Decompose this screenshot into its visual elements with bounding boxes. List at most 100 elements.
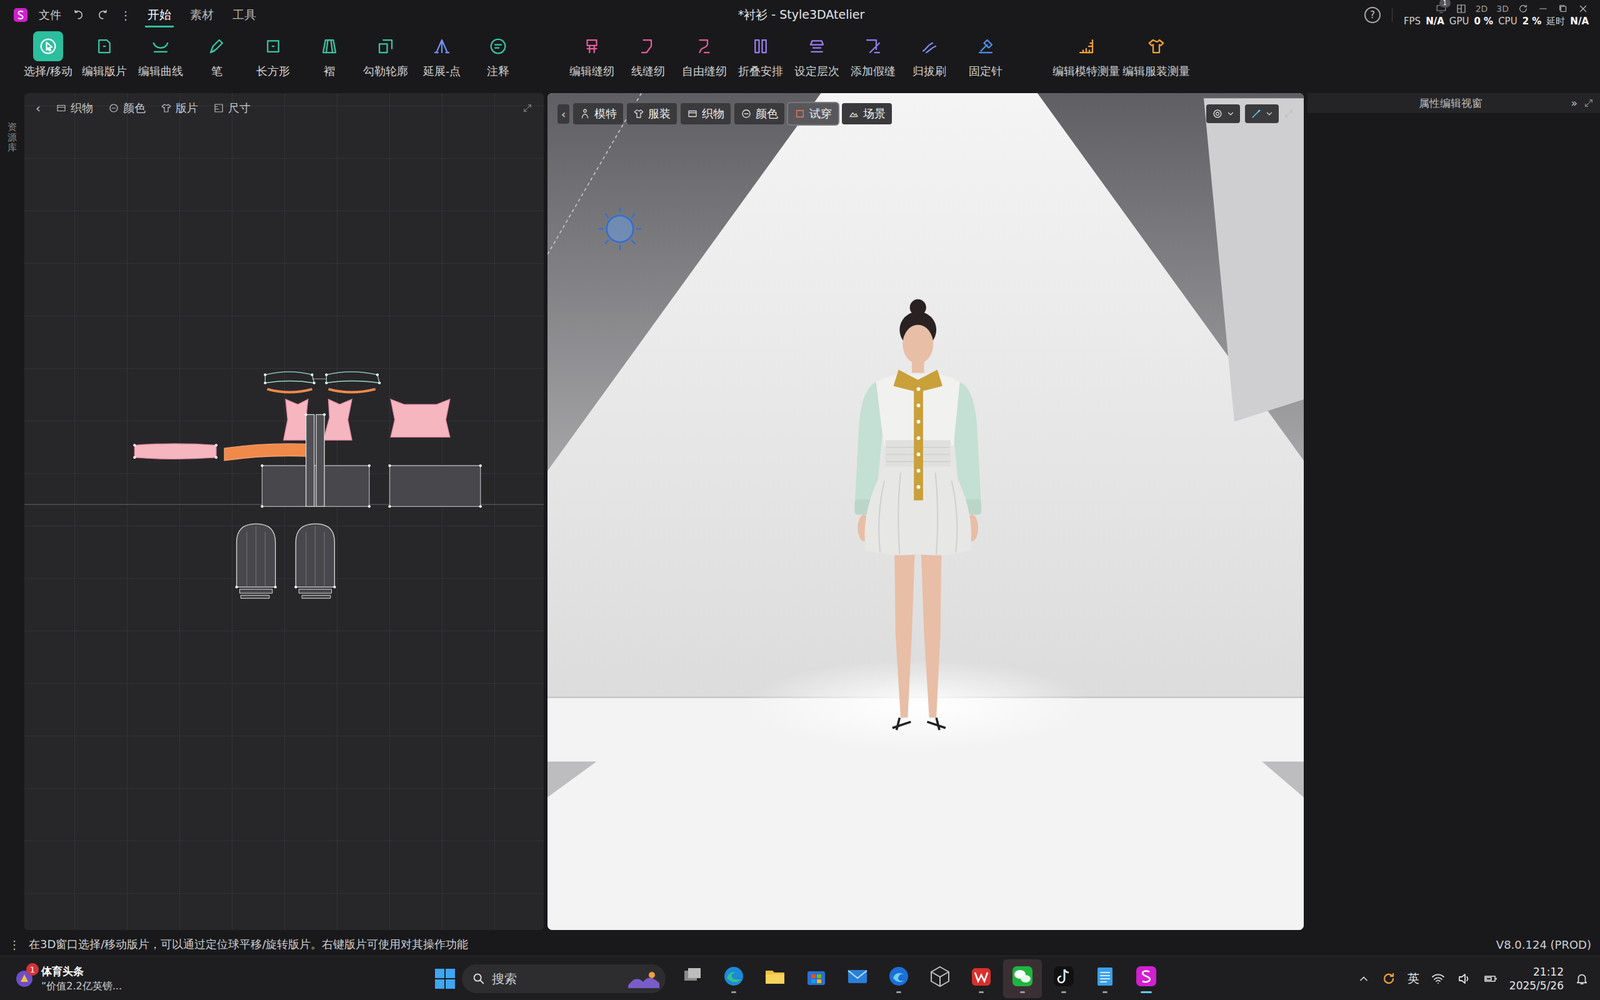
viewport-3d[interactable] — [547, 93, 1304, 930]
file-menu[interactable]: 文件 — [38, 7, 62, 23]
view-3d-button[interactable]: 3D — [1496, 3, 1509, 14]
pattern-piece[interactable] — [306, 414, 315, 507]
pattern-piece[interactable] — [323, 399, 352, 440]
help-button[interactable]: ? — [1364, 6, 1381, 24]
more-menu[interactable]: ⋮ — [120, 8, 132, 22]
status-more[interactable]: ⋮ — [8, 938, 20, 952]
status-bar: ⋮在3D窗口选择/移动版片，可以通过定位球平移/旋转版片。右键版片可使用对其操作… — [0, 933, 1600, 956]
panel-tab[interactable]: 尺寸 — [213, 100, 251, 116]
pattern-piece[interactable] — [261, 465, 369, 507]
pattern-piece[interactable] — [134, 443, 217, 459]
tool-button[interactable]: 折叠安排 — [732, 31, 789, 79]
view-2d-button[interactable]: 2D — [1475, 3, 1489, 14]
tool-button[interactable]: 编辑服装测量 — [1121, 31, 1192, 79]
back-button[interactable]: ‹ — [35, 100, 41, 116]
viewport-tab[interactable]: 服装 — [626, 103, 677, 125]
icon-stroke — [641, 40, 652, 53]
taskbar-app[interactable] — [1044, 959, 1084, 999]
tool-icon-box — [145, 31, 176, 62]
taskbar-app[interactable] — [920, 959, 960, 999]
tool-button[interactable]: 延展-点 — [413, 31, 470, 79]
tool-button[interactable]: 设定层次 — [788, 31, 845, 79]
tool-button[interactable]: 编辑缝纫 — [563, 31, 620, 79]
layout-icon — [1455, 3, 1467, 15]
icon-stroke — [1560, 5, 1567, 12]
taskbar-app[interactable] — [1085, 959, 1125, 999]
back-button[interactable]: ‹ — [557, 104, 570, 124]
search-box[interactable]: 搜索 — [461, 964, 666, 994]
icon-stroke — [161, 104, 171, 112]
tool-label: 设定层次 — [794, 63, 840, 79]
pattern-canvas[interactable] — [24, 93, 544, 930]
vertex-point — [323, 413, 326, 416]
menu-tab[interactable]: 开始 — [145, 3, 174, 28]
tool-button[interactable]: 编辑模特测量 — [1051, 31, 1122, 79]
start-icon[interactable] — [434, 968, 456, 990]
menu-tab[interactable]: 素材 — [187, 3, 217, 28]
light-ray — [631, 213, 635, 218]
viewport-tab[interactable]: 模特 — [573, 103, 624, 125]
tool-button[interactable]: 线缝纫 — [620, 31, 677, 79]
tool-icon — [151, 36, 170, 56]
avatar-figure[interactable] — [855, 299, 982, 730]
taskbar-app[interactable] — [1003, 959, 1042, 999]
tool-button[interactable]: 褶 — [301, 31, 358, 79]
tool-button[interactable]: 添加假缝 — [845, 31, 902, 79]
pattern-piece[interactable] — [316, 414, 325, 507]
pattern-piece[interactable] — [240, 595, 270, 599]
pattern-piece[interactable] — [224, 443, 310, 461]
icon-stroke — [75, 10, 82, 19]
light-gizmo-icon[interactable] — [606, 215, 634, 242]
news-widget[interactable]: 1体育头条“价值2.2亿英镑... — [0, 964, 435, 994]
tool-button[interactable]: 自由缝纫 — [676, 31, 733, 79]
viewport-tab-label: 试穿 — [809, 106, 832, 122]
tool-mode-button[interactable] — [1245, 104, 1279, 124]
taskbar-app[interactable] — [796, 959, 836, 999]
viewport-tab[interactable]: 试穿 — [788, 103, 839, 125]
taskbar-app[interactable] — [755, 959, 795, 999]
tool-button[interactable]: 编辑版片 — [76, 31, 133, 79]
display-mode-button[interactable] — [1206, 104, 1240, 124]
pattern-piece[interactable] — [390, 399, 450, 437]
tool-group: 选择/移动编辑版片编辑曲线笔长方形褶勾勒轮廓延展-点注释 — [20, 31, 527, 79]
taskbar-app[interactable] — [961, 959, 1001, 999]
tool-button[interactable]: 笔 — [188, 31, 245, 79]
tool-button[interactable]: 勾勒轮廓 — [357, 31, 414, 79]
tool-button[interactable]: 编辑曲线 — [132, 31, 189, 79]
viewport-tab[interactable]: 场景 — [841, 103, 892, 125]
right-leg — [921, 550, 942, 719]
pattern-piece[interactable] — [389, 465, 480, 507]
input-method[interactable]: 英 — [1407, 970, 1420, 987]
collapse-button[interactable]: » — [1571, 96, 1578, 110]
tool-button[interactable]: 长方形 — [245, 31, 302, 79]
pattern-piece[interactable] — [326, 371, 380, 384]
pattern-piece[interactable] — [239, 589, 272, 594]
taskbar-app[interactable] — [673, 959, 712, 999]
tool-button[interactable]: 固定针 — [957, 31, 1014, 79]
taskbar-app[interactable] — [714, 959, 754, 999]
resource-library-label[interactable]: 资源库 — [7, 121, 17, 930]
viewport-tab[interactable]: 颜色 — [734, 103, 785, 125]
clock[interactable]: 21:122025/5/26 — [1509, 965, 1564, 993]
vertex-point — [215, 443, 218, 447]
taskbar-app[interactable] — [838, 959, 877, 999]
taskbar-app[interactable] — [879, 959, 919, 999]
viewport-header: ‹模特服装织物颜色 试穿场景 — [547, 93, 1304, 135]
pattern-piece[interactable] — [265, 371, 314, 384]
pattern-piece[interactable] — [301, 595, 331, 599]
tool-button[interactable]: 选择/移动 — [20, 31, 77, 79]
tool-button[interactable]: 注释 — [470, 31, 527, 79]
tool-icon-box — [370, 31, 401, 62]
icon-stroke — [700, 40, 710, 53]
viewport-tab[interactable]: 织物 — [680, 103, 731, 125]
pattern-piece[interactable] — [298, 589, 332, 594]
tool-button[interactable]: 归拔刷 — [901, 31, 958, 79]
tool-icon — [695, 36, 714, 56]
panel-tab[interactable]: 颜色 — [108, 100, 146, 116]
taskbar-app[interactable] — [1126, 959, 1166, 999]
shape — [975, 972, 988, 982]
menu-tab[interactable]: 工具 — [230, 3, 259, 28]
stat-label: FPS — [1403, 15, 1421, 27]
panel-tab[interactable]: 版片 — [160, 100, 199, 116]
panel-tab[interactable]: 织物 — [55, 100, 94, 116]
